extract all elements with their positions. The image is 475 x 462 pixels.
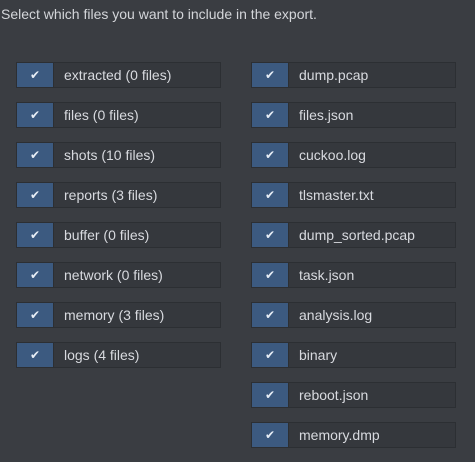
export-option-label: dump_sorted.pcap — [288, 223, 455, 247]
checkbox-checked-icon[interactable]: ✔ — [252, 103, 288, 127]
export-option-label: logs (4 files) — [53, 343, 220, 367]
checkbox-checked-icon[interactable]: ✔ — [17, 103, 53, 127]
file-options-list: ✔ dump.pcap ✔ files.json ✔ cuckoo.log ✔ … — [251, 62, 456, 462]
export-option-label: binary — [288, 343, 455, 367]
checkbox-checked-icon[interactable]: ✔ — [17, 223, 53, 247]
export-option-label: files.json — [288, 103, 455, 127]
export-instructions: Select which files you want to include i… — [1, 6, 317, 22]
checkbox-checked-icon[interactable]: ✔ — [17, 183, 53, 207]
export-option-label: files (0 files) — [53, 103, 220, 127]
export-option-label: extracted (0 files) — [53, 63, 220, 87]
checkbox-checked-icon[interactable]: ✔ — [252, 343, 288, 367]
export-option-label: reboot.json — [288, 383, 455, 407]
export-option-files[interactable]: ✔ files (0 files) — [16, 102, 221, 128]
checkbox-checked-icon[interactable]: ✔ — [252, 63, 288, 87]
export-option-reports[interactable]: ✔ reports (3 files) — [16, 182, 221, 208]
export-option-extracted[interactable]: ✔ extracted (0 files) — [16, 62, 221, 88]
export-option-files-json[interactable]: ✔ files.json — [251, 102, 456, 128]
export-option-logs[interactable]: ✔ logs (4 files) — [16, 342, 221, 368]
export-option-label: reports (3 files) — [53, 183, 220, 207]
checkbox-checked-icon[interactable]: ✔ — [17, 263, 53, 287]
export-option-label: memory (3 files) — [53, 303, 220, 327]
export-option-label: buffer (0 files) — [53, 223, 220, 247]
checkbox-checked-icon[interactable]: ✔ — [252, 183, 288, 207]
checkbox-checked-icon[interactable]: ✔ — [17, 343, 53, 367]
export-option-label: task.json — [288, 263, 455, 287]
export-option-analysis-log[interactable]: ✔ analysis.log — [251, 302, 456, 328]
export-option-binary[interactable]: ✔ binary — [251, 342, 456, 368]
export-option-label: cuckoo.log — [288, 143, 455, 167]
checkbox-checked-icon[interactable]: ✔ — [17, 303, 53, 327]
export-option-cuckoo-log[interactable]: ✔ cuckoo.log — [251, 142, 456, 168]
export-option-memory-dmp[interactable]: ✔ memory.dmp — [251, 422, 456, 448]
export-option-dump-pcap[interactable]: ✔ dump.pcap — [251, 62, 456, 88]
checkbox-checked-icon[interactable]: ✔ — [252, 143, 288, 167]
export-option-shots[interactable]: ✔ shots (10 files) — [16, 142, 221, 168]
export-option-label: analysis.log — [288, 303, 455, 327]
export-option-memory[interactable]: ✔ memory (3 files) — [16, 302, 221, 328]
export-option-network[interactable]: ✔ network (0 files) — [16, 262, 221, 288]
checkbox-checked-icon[interactable]: ✔ — [252, 223, 288, 247]
checkbox-checked-icon[interactable]: ✔ — [252, 383, 288, 407]
export-option-label: network (0 files) — [53, 263, 220, 287]
checkbox-checked-icon[interactable]: ✔ — [252, 303, 288, 327]
export-option-label: shots (10 files) — [53, 143, 220, 167]
export-option-task-json[interactable]: ✔ task.json — [251, 262, 456, 288]
export-option-dump-sorted-pcap[interactable]: ✔ dump_sorted.pcap — [251, 222, 456, 248]
checkbox-checked-icon[interactable]: ✔ — [17, 63, 53, 87]
export-option-label: tlsmaster.txt — [288, 183, 455, 207]
export-option-tlsmaster-txt[interactable]: ✔ tlsmaster.txt — [251, 182, 456, 208]
checkbox-checked-icon[interactable]: ✔ — [17, 143, 53, 167]
export-option-reboot-json[interactable]: ✔ reboot.json — [251, 382, 456, 408]
checkbox-checked-icon[interactable]: ✔ — [252, 423, 288, 447]
folder-options-list: ✔ extracted (0 files) ✔ files (0 files) … — [16, 62, 221, 382]
export-option-label: memory.dmp — [288, 423, 455, 447]
checkbox-checked-icon[interactable]: ✔ — [252, 263, 288, 287]
export-option-buffer[interactable]: ✔ buffer (0 files) — [16, 222, 221, 248]
export-option-label: dump.pcap — [288, 63, 455, 87]
